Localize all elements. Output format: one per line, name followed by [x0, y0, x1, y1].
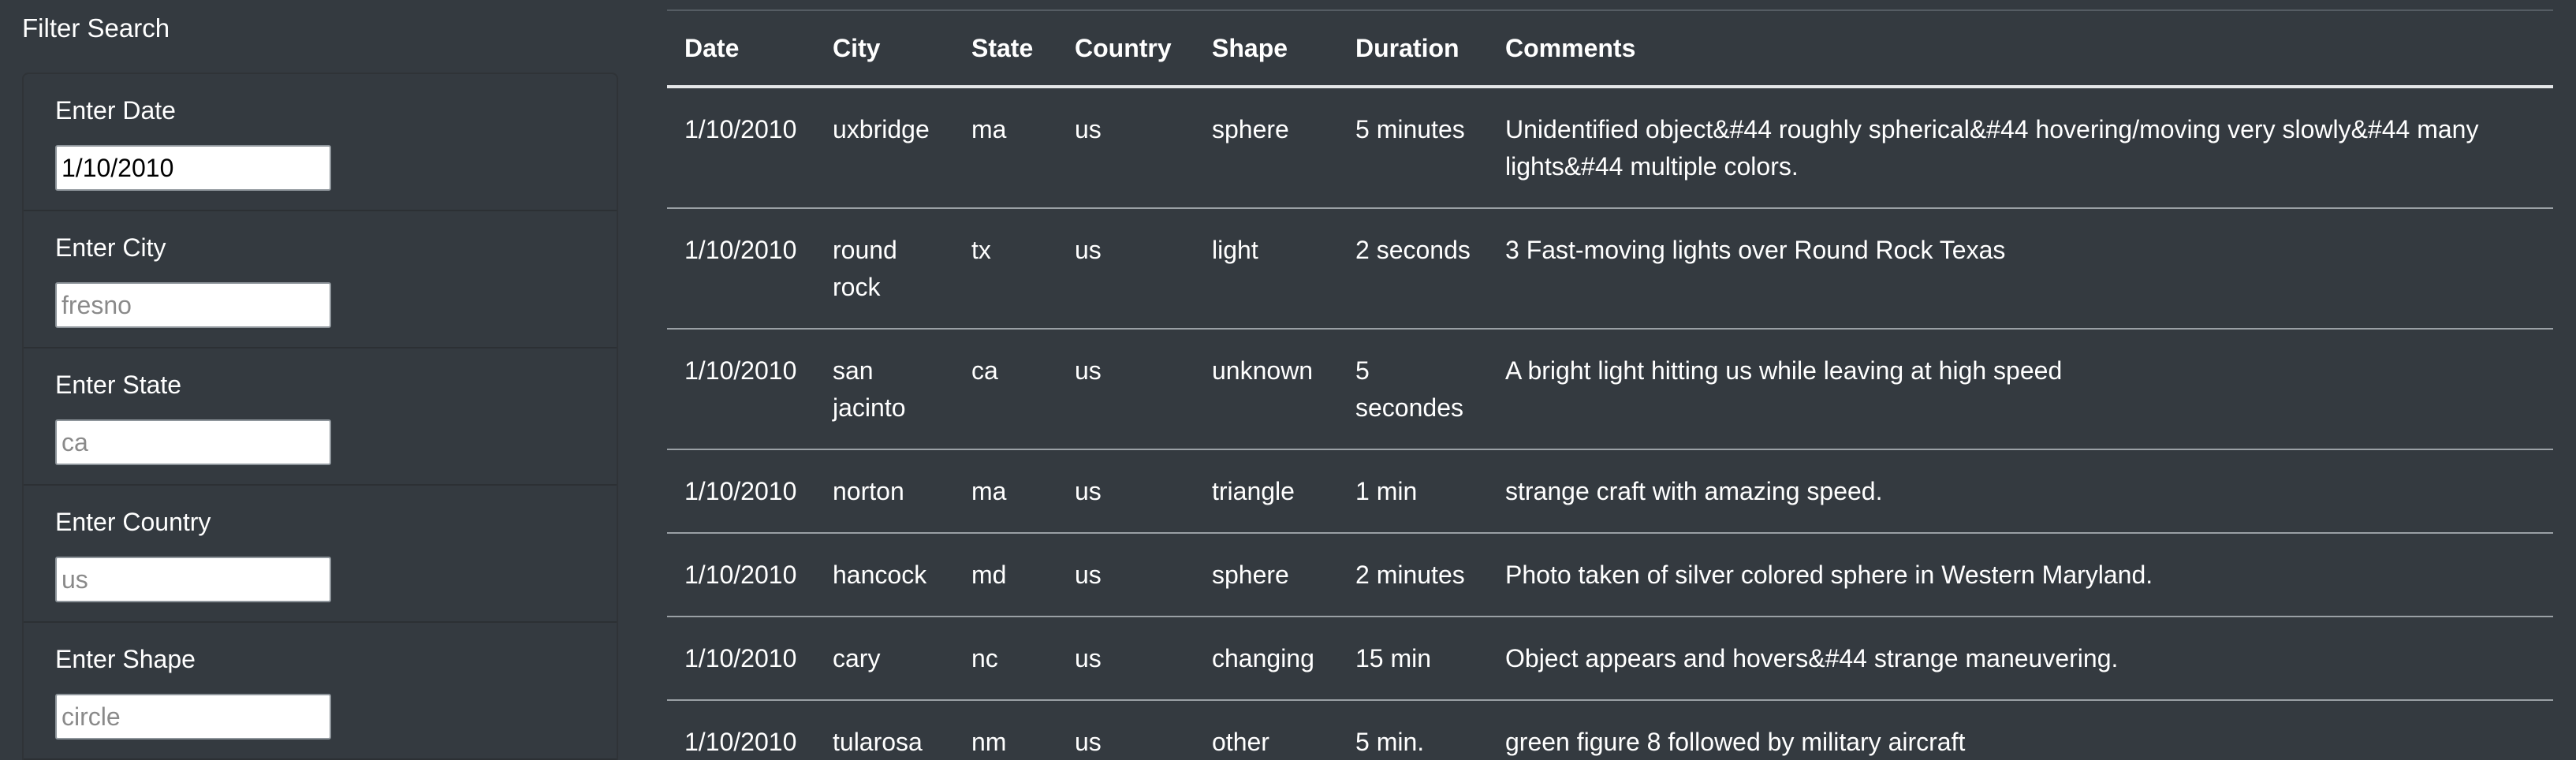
cell-state: tx [954, 208, 1057, 330]
results-table: Date City State Country Shape Duration C… [667, 11, 2553, 760]
cell-city: tularosa [815, 700, 954, 760]
shape-input[interactable] [55, 694, 331, 740]
cell-duration: 15 min [1338, 617, 1488, 701]
cell-comments: strange craft with amazing speed. [1488, 449, 2553, 534]
date-input[interactable] [55, 145, 331, 191]
cell-date: 1/10/2010 [667, 617, 815, 701]
table-row: 1/10/2010 round rock tx us light 2 secon… [667, 208, 2553, 330]
cell-shape: triangle [1195, 449, 1338, 534]
cell-shape: light [1195, 208, 1338, 330]
cell-date: 1/10/2010 [667, 533, 815, 617]
cell-city: norton [815, 449, 954, 534]
table-row: 1/10/2010 hancock md us sphere 2 minutes… [667, 533, 2553, 617]
cell-country: us [1057, 208, 1195, 330]
header-country: Country [1057, 11, 1195, 88]
header-duration: Duration [1338, 11, 1488, 88]
filter-group-city: Enter City [24, 211, 617, 348]
cell-state: ma [954, 449, 1057, 534]
cell-duration: 2 seconds [1338, 208, 1488, 330]
cell-country: us [1057, 700, 1195, 760]
cell-comments: Photo taken of silver colored sphere in … [1488, 533, 2553, 617]
table-row: 1/10/2010 san jacinto ca us unknown 5 se… [667, 329, 2553, 450]
filter-group-shape: Enter Shape [24, 623, 617, 760]
cell-comments: green figure 8 followed by military airc… [1488, 700, 2553, 760]
city-input[interactable] [55, 282, 331, 328]
cell-duration: 2 minutes [1338, 533, 1488, 617]
header-state: State [954, 11, 1057, 88]
cell-city: round rock [815, 208, 954, 330]
cell-country: us [1057, 449, 1195, 534]
cell-state: nm [954, 700, 1057, 760]
table-row: 1/10/2010 tularosa nm us other 5 min. gr… [667, 700, 2553, 760]
country-label: Enter Country [55, 508, 211, 536]
cell-city: uxbridge [815, 87, 954, 209]
cell-city: san jacinto [815, 329, 954, 450]
cell-comments: A bright light hitting us while leaving … [1488, 329, 2553, 450]
cell-date: 1/10/2010 [667, 329, 815, 450]
cell-duration: 1 min [1338, 449, 1488, 534]
cell-duration: 5 secondes [1338, 329, 1488, 450]
cell-city: cary [815, 617, 954, 701]
filter-group-date: Enter Date [24, 74, 617, 211]
cell-comments: Unidentified object&#44 roughly spherica… [1488, 87, 2553, 209]
country-input[interactable] [55, 557, 331, 602]
state-label: Enter State [55, 371, 182, 399]
filter-title: Filter Search [22, 13, 170, 43]
cell-shape: sphere [1195, 87, 1338, 209]
city-label: Enter City [55, 233, 166, 262]
filter-panel: Enter Date Enter City Enter State Enter … [22, 73, 618, 760]
cell-duration: 5 minutes [1338, 87, 1488, 209]
cell-state: md [954, 533, 1057, 617]
cell-country: us [1057, 87, 1195, 209]
cell-shape: other [1195, 700, 1338, 760]
cell-date: 1/10/2010 [667, 208, 815, 330]
cell-state: nc [954, 617, 1057, 701]
table-row: 1/10/2010 cary nc us changing 15 min Obj… [667, 617, 2553, 701]
table-row: 1/10/2010 uxbridge ma us sphere 5 minute… [667, 87, 2553, 209]
table-header-row: Date City State Country Shape Duration C… [667, 11, 2553, 88]
table-row: 1/10/2010 norton ma us triangle 1 min st… [667, 449, 2553, 534]
state-input[interactable] [55, 419, 331, 465]
cell-date: 1/10/2010 [667, 87, 815, 209]
cell-duration: 5 min. [1338, 700, 1488, 760]
shape-label: Enter Shape [55, 645, 196, 673]
header-comments: Comments [1488, 11, 2553, 88]
cell-comments: 3 Fast-moving lights over Round Rock Tex… [1488, 208, 2553, 330]
cell-city: hancock [815, 533, 954, 617]
header-shape: Shape [1195, 11, 1338, 88]
cell-date: 1/10/2010 [667, 449, 815, 534]
cell-state: ca [954, 329, 1057, 450]
cell-comments: Object appears and hovers&#44 strange ma… [1488, 617, 2553, 701]
header-date: Date [667, 11, 815, 88]
cell-country: us [1057, 329, 1195, 450]
cell-state: ma [954, 87, 1057, 209]
filter-group-state: Enter State [24, 348, 617, 486]
cell-shape: sphere [1195, 533, 1338, 617]
page: Filter Search Enter Date Enter City Ente… [0, 0, 2576, 760]
date-label: Enter Date [55, 96, 176, 125]
filter-group-country: Enter Country [24, 486, 617, 623]
results-table-container: Date City State Country Shape Duration C… [667, 9, 2553, 760]
header-city: City [815, 11, 954, 88]
cell-shape: changing [1195, 617, 1338, 701]
cell-country: us [1057, 617, 1195, 701]
cell-shape: unknown [1195, 329, 1338, 450]
cell-country: us [1057, 533, 1195, 617]
cell-date: 1/10/2010 [667, 700, 815, 760]
